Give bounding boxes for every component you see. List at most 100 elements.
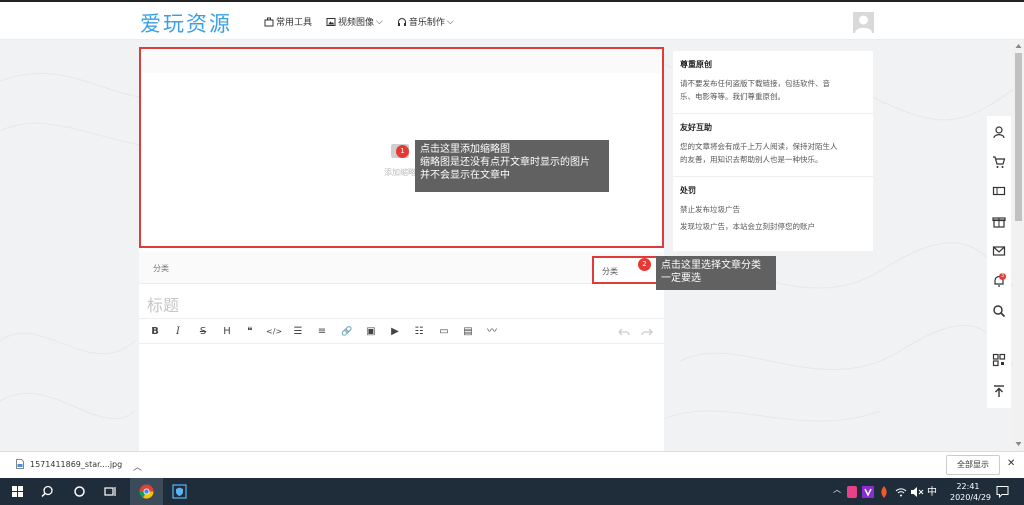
- nav-item-label: 视频图像: [338, 18, 375, 28]
- category-label: 分类: [153, 264, 169, 273]
- cortana-icon[interactable]: [71, 483, 88, 500]
- user-avatar[interactable]: [853, 12, 874, 33]
- rules-section-text: 禁止发布垃圾广告: [680, 205, 740, 214]
- chrome-icon[interactable]: [138, 483, 155, 500]
- posting-rules-panel: 尊重原创 请不要发布任何盗版下载链接，包括软件、音 乐、电影等等。我们尊重原创。…: [673, 51, 873, 251]
- tooltip-line: 缩略图是还没有点开文章时显示的图片: [420, 157, 590, 168]
- ticket-icon[interactable]: [992, 184, 1006, 198]
- unordered-list-button[interactable]: ☰: [291, 325, 305, 339]
- notification-badge: 3: [999, 273, 1006, 280]
- back-to-top-icon[interactable]: [992, 384, 1006, 398]
- rules-section: 处罚 禁止发布垃圾广告 发现垃圾广告，本站会立刻封停您的账户: [673, 176, 873, 233]
- code-button[interactable]: </>: [266, 325, 282, 339]
- rules-section-text: 发现垃圾广告，本站会立刻封停您的账户: [680, 222, 815, 231]
- quote-button[interactable]: ❝: [243, 325, 257, 339]
- tip-badge: 1: [396, 145, 409, 158]
- scroll-down-arrow-icon[interactable]: [1015, 441, 1022, 447]
- category-tooltip: 点击这里选择文章分类 一定要选: [656, 256, 776, 290]
- headphones-icon: [397, 17, 406, 26]
- search-icon[interactable]: [39, 483, 56, 500]
- rules-section-text: 请不要发布任何盗版下载链接，包括软件、音: [680, 79, 830, 88]
- folder-button[interactable]: ▭: [437, 325, 451, 339]
- clock-date: 2020/4/29: [950, 493, 992, 502]
- rules-section-text: 乐、电影等等。我们尊重原创。: [680, 92, 785, 101]
- mail-icon[interactable]: [992, 244, 1006, 258]
- tip-badge: 2: [638, 258, 651, 271]
- wifi-icon[interactable]: [895, 486, 907, 498]
- rules-section-title: 处罚: [680, 186, 696, 195]
- scrollbar-thumb[interactable]: [1015, 53, 1022, 221]
- avatar-silhouette-icon: [855, 15, 872, 33]
- tooltip-line: 一定要选: [661, 273, 701, 284]
- post-content-textarea[interactable]: [139, 345, 664, 451]
- main-nav: 常用工具 视频图像 ⌵ 音乐制作 ⌵: [264, 15, 454, 28]
- site-logo[interactable]: 爱玩资源: [140, 8, 232, 38]
- tooltip-line: 点击这里添加缩略图: [420, 144, 510, 155]
- heading-button[interactable]: H: [220, 325, 234, 339]
- thumbnail-tooltip: 点击这里添加缩略图 缩略图是还没有点开文章时显示的图片 并不会显示在文章中: [415, 140, 609, 192]
- gift-icon[interactable]: [992, 214, 1006, 228]
- search-icon[interactable]: [992, 304, 1006, 318]
- qrcode-icon[interactable]: [992, 353, 1006, 367]
- user-icon[interactable]: [992, 125, 1006, 139]
- tray-v-app-icon[interactable]: [862, 485, 874, 499]
- tooltip-line: 并不会显示在文章中: [420, 170, 510, 181]
- windows-taskbar: ︿ 中 22:41 2020/4/29: [0, 478, 1024, 505]
- chevron-down-icon: ⌵: [446, 16, 454, 27]
- system-clock[interactable]: 22:41 2020/4/29: [950, 481, 992, 503]
- redo-icon[interactable]: [640, 325, 654, 339]
- close-icon[interactable]: ✕: [1007, 458, 1015, 469]
- nav-item-label: 音乐制作: [408, 18, 445, 28]
- image-icon: [326, 17, 336, 26]
- cart-icon[interactable]: [992, 155, 1006, 169]
- volume-mute-icon[interactable]: [910, 486, 924, 498]
- site-header: 爱玩资源 常用工具 视频图像 ⌵ 音乐制作 ⌵: [0, 2, 1024, 40]
- editor-toolbar: B I S H ❝ </> ☰ ≡ 🔗 ▣ ▶ ☷ ▭ ▤ 〰: [139, 320, 664, 344]
- clock-time: 22:41: [956, 482, 980, 491]
- rules-section: 尊重原创 请不要发布任何盗版下载链接，包括软件、音 乐、电影等等。我们尊重原创。: [673, 51, 873, 103]
- scroll-up-arrow-icon[interactable]: [1015, 43, 1022, 49]
- title-input[interactable]: 标题: [139, 285, 664, 319]
- download-file-name: 1571411869_star....jpg: [30, 459, 123, 469]
- page-scrollbar[interactable]: [1013, 41, 1024, 451]
- hidden-content-button[interactable]: 〰: [485, 325, 499, 339]
- ordered-list-button[interactable]: ≡: [315, 325, 329, 339]
- chevron-down-icon: ⌵: [376, 16, 383, 27]
- tray-app-icon[interactable]: [846, 485, 858, 499]
- table-button[interactable]: ☷: [412, 325, 426, 339]
- nav-item-video[interactable]: 视频图像 ⌵: [326, 15, 383, 28]
- app-shield-icon[interactable]: [171, 483, 188, 500]
- rules-section-text: 您的文章将会有成千上万人阅读，保持对陌生人: [680, 142, 838, 151]
- link-button[interactable]: 🔗: [340, 325, 354, 339]
- show-all-downloads-button[interactable]: 全部显示: [946, 455, 1000, 475]
- italic-button[interactable]: I: [171, 325, 185, 339]
- nav-item-music[interactable]: 音乐制作 ⌵: [397, 15, 454, 28]
- category-select-value: 分类: [602, 267, 618, 276]
- image-button[interactable]: ▣: [364, 325, 378, 339]
- rules-section: 友好互助 您的文章将会有成千上万人阅读，保持对陌生人 的友善，用知识去帮助别人也…: [673, 113, 873, 166]
- chevron-up-icon[interactable]: ︿: [133, 460, 142, 473]
- ime-indicator[interactable]: 中: [927, 483, 937, 498]
- undo-icon[interactable]: [617, 325, 631, 339]
- file-icon: [16, 459, 24, 469]
- windows-start-icon[interactable]: [9, 483, 26, 500]
- tray-flame-icon[interactable]: [878, 485, 890, 499]
- bold-button[interactable]: B: [148, 325, 162, 339]
- floating-toolbar: 3: [987, 116, 1011, 408]
- video-button[interactable]: ▶: [388, 325, 402, 339]
- title-placeholder: 标题: [147, 296, 180, 315]
- toolbox-icon: [264, 17, 274, 26]
- tooltip-line: 点击这里选择文章分类: [661, 260, 761, 271]
- task-view-icon[interactable]: [102, 483, 119, 500]
- download-item[interactable]: 1571411869_star....jpg: [16, 459, 122, 469]
- nav-item-label: 常用工具: [276, 18, 313, 28]
- nav-item-tools[interactable]: 常用工具: [264, 15, 312, 28]
- rules-section-title: 友好互助: [680, 123, 712, 132]
- strikethrough-button[interactable]: S: [196, 325, 210, 339]
- download-bar: 1571411869_star....jpg ︿ 全部显示 ✕: [0, 451, 1024, 478]
- notification-center-icon[interactable]: [996, 485, 1009, 498]
- tray-chevron-up-icon[interactable]: ︿: [833, 484, 841, 495]
- card-button[interactable]: ▤: [461, 325, 475, 339]
- category-row: 分类 分类: [139, 252, 664, 284]
- rules-section-text: 的友善，用知识去帮助别人也是一种快乐。: [680, 155, 823, 164]
